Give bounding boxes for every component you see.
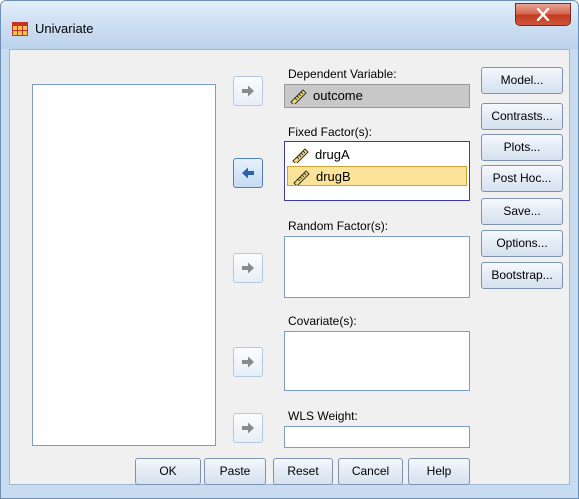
dependent-variable-label-text: Dependent Variable: bbox=[288, 67, 397, 81]
wls-weight-label: WLS Weight: bbox=[288, 409, 358, 423]
arrow-right-icon bbox=[242, 422, 254, 434]
random-factors-label-text: Random Factor(s): bbox=[288, 219, 389, 233]
title-bar: Univariate bbox=[1, 1, 578, 49]
scale-ruler-icon bbox=[293, 170, 310, 185]
bootstrap-button[interactable]: Bootstrap... bbox=[481, 262, 563, 289]
univariate-dialog: Univariate Dependent Variable: outcome F… bbox=[0, 0, 579, 499]
post-hoc-button[interactable]: Post Hoc... bbox=[481, 165, 563, 192]
scale-ruler-icon bbox=[290, 89, 307, 104]
random-factors-label: Random Factor(s): bbox=[288, 219, 388, 233]
close-button[interactable] bbox=[515, 3, 571, 26]
arrow-right-icon bbox=[242, 85, 254, 97]
dependent-variable-item[interactable]: outcome bbox=[285, 86, 469, 106]
arrow-left-icon bbox=[242, 167, 254, 179]
fixed-factors-label: Fixed Factor(s): bbox=[288, 125, 372, 139]
move-to-dependent-button[interactable] bbox=[233, 76, 263, 106]
move-to-covariate-button[interactable] bbox=[233, 347, 263, 377]
random-factors-list[interactable] bbox=[284, 236, 470, 298]
fixed-factors-label-text: Fixed Factor(s): bbox=[288, 125, 373, 139]
cancel-button[interactable]: Cancel bbox=[338, 458, 403, 485]
help-button[interactable]: Help bbox=[408, 458, 470, 485]
arrow-right-icon bbox=[242, 262, 254, 274]
fixed-factor-drugb-label: drugB bbox=[316, 169, 351, 184]
arrow-right-icon bbox=[242, 356, 254, 368]
ok-button[interactable]: OK bbox=[135, 458, 201, 485]
dependent-variable-label: Dependent Variable: bbox=[288, 67, 397, 81]
move-to-random-button[interactable] bbox=[233, 253, 263, 283]
dependent-variable-field[interactable]: outcome bbox=[284, 84, 470, 108]
paste-button[interactable]: Paste bbox=[204, 458, 266, 485]
options-button[interactable]: Options... bbox=[481, 230, 563, 257]
plots-button[interactable]: Plots... bbox=[481, 134, 563, 161]
source-variable-list[interactable] bbox=[32, 84, 216, 446]
contrasts-button[interactable]: Contrasts... bbox=[481, 103, 563, 130]
dependent-variable-value: outcome bbox=[313, 88, 363, 103]
fixed-factor-item-druga[interactable]: drugA bbox=[287, 145, 467, 165]
wls-weight-label-text: WLS Weight: bbox=[288, 409, 358, 423]
reset-button[interactable]: Reset bbox=[273, 458, 333, 485]
covariates-label-text: Covariate(s): bbox=[288, 314, 357, 328]
scale-ruler-icon bbox=[292, 148, 309, 163]
move-to-wls-button[interactable] bbox=[233, 413, 263, 443]
model-button[interactable]: Model... bbox=[481, 67, 563, 94]
spss-table-icon bbox=[12, 22, 28, 36]
fixed-factors-list[interactable]: drugA drugB bbox=[284, 141, 470, 201]
fixed-factor-druga-label: drugA bbox=[315, 147, 350, 162]
wls-weight-field[interactable] bbox=[284, 426, 470, 448]
move-from-fixed-button[interactable] bbox=[233, 158, 263, 188]
save-button[interactable]: Save... bbox=[481, 198, 563, 225]
covariates-label: Covariate(s): bbox=[288, 314, 357, 328]
fixed-factor-item-drugb[interactable]: drugB bbox=[287, 166, 467, 186]
close-icon bbox=[536, 8, 550, 21]
dialog-body: Dependent Variable: outcome Fixed Factor… bbox=[9, 49, 570, 485]
covariates-list[interactable] bbox=[284, 331, 470, 391]
window-title: Univariate bbox=[35, 21, 94, 36]
